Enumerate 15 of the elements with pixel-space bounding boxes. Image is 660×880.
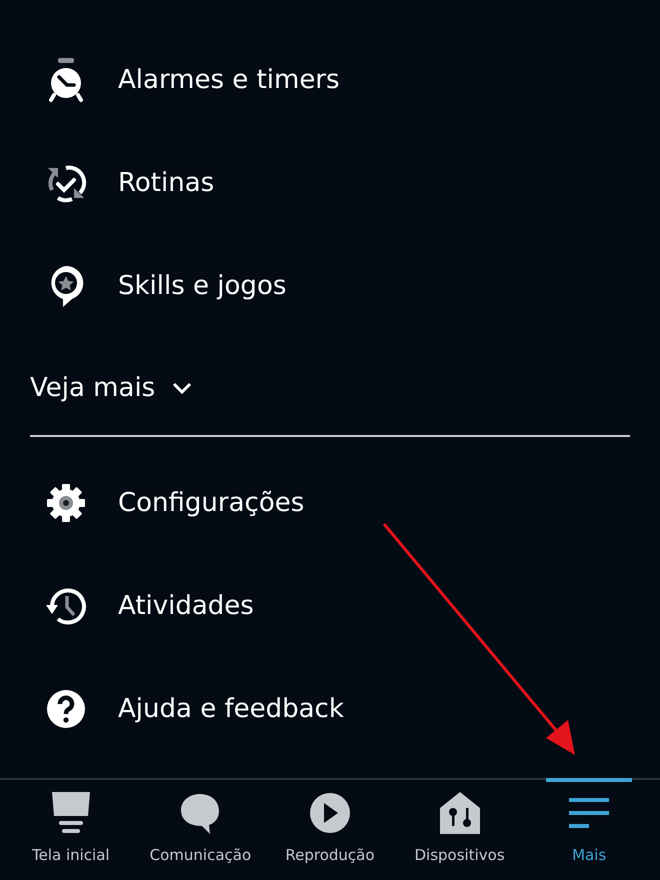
menu-item[interactable]: Atividades	[0, 554, 660, 657]
menu-item[interactable]: Rotinas	[0, 131, 660, 234]
nav-tab[interactable]: Comunicação	[136, 780, 266, 880]
play-icon	[308, 790, 352, 836]
nav-tab[interactable]: Reprodução	[265, 780, 395, 880]
menu-item[interactable]: Alarmes e timers	[0, 29, 660, 131]
house-sliders-icon	[438, 790, 482, 836]
nav-tab[interactable]: Dispositivos	[394, 780, 524, 880]
menu-item[interactable]: Ajuda e feedback	[0, 657, 660, 760]
chevron-icon	[171, 381, 194, 395]
nav-tab[interactable]: Tela inicial	[6, 780, 136, 880]
menu-item[interactable]: Configurações	[0, 451, 660, 554]
see-more-button[interactable]: Veja mais	[30, 355, 660, 421]
menu-item[interactable]: Skills e jogos	[0, 234, 660, 337]
nav-tab[interactable]: Mais	[524, 780, 654, 880]
